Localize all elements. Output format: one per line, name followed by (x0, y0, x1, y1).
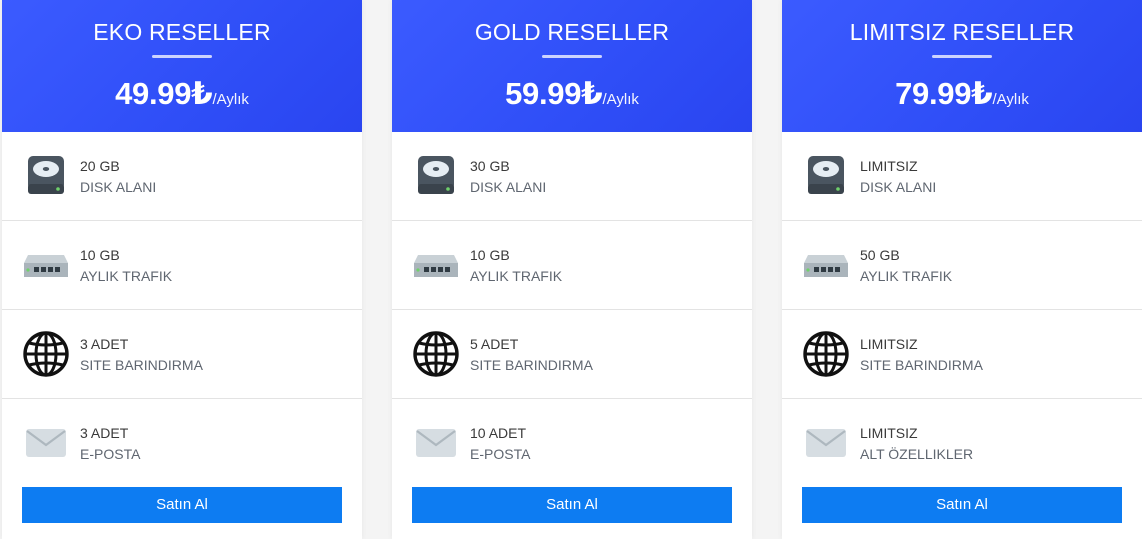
card-header: LIMITSIZ RESELLER 79.99₺/Aylık (782, 0, 1142, 132)
plan-price: 79.99₺ (895, 76, 993, 111)
feature-label: SITE BARINDIRMA (860, 357, 983, 373)
hard-drive-icon (28, 156, 64, 194)
buy-button[interactable]: Satın Al (802, 487, 1122, 523)
plan-title: EKO RESELLER (93, 19, 271, 45)
envelope-icon (806, 429, 846, 457)
feature-traffic: 50 GB AYLIK TRAFIK (782, 221, 1142, 310)
feature-label: AYLIK TRAFIK (80, 268, 173, 284)
buy-button[interactable]: Satın Al (412, 487, 732, 523)
hard-drive-icon (418, 156, 454, 194)
feature-traffic: 10 GB AYLIK TRAFIK (392, 221, 752, 310)
buy-button[interactable]: Satın Al (22, 487, 342, 523)
plan-price: 49.99₺ (115, 76, 213, 111)
pricing-page: EKO RESELLER 49.99₺/Aylık 20 GB DISK ALA… (0, 0, 1142, 539)
network-switch-icon (24, 255, 68, 277)
feature-label: E-POSTA (470, 446, 531, 462)
feature-value: 10 ADET (470, 425, 527, 441)
feature-sites: 3 ADET SITE BARINDIRMA (2, 310, 362, 399)
card-header: GOLD RESELLER 59.99₺/Aylık (392, 0, 752, 132)
feature-label: DISK ALANI (860, 179, 937, 195)
title-divider (152, 55, 212, 58)
feature-label: SITE BARINDIRMA (80, 357, 203, 373)
feature-label: E-POSTA (80, 446, 141, 462)
feature-value: 20 GB (80, 158, 120, 174)
title-divider (542, 55, 602, 58)
feature-label: SITE BARINDIRMA (470, 357, 593, 373)
price-period: /Aylık (602, 91, 639, 108)
feature-email: 10 ADET E-POSTA (392, 399, 752, 487)
feature-value: 30 GB (470, 158, 510, 174)
price-period: /Aylık (992, 91, 1029, 108)
feature-value: 3 ADET (80, 425, 129, 441)
feature-value: 10 GB (470, 247, 510, 263)
feature-disk: 20 GB DISK ALANI (2, 132, 362, 221)
feature-value: LIMITSIZ (860, 336, 918, 352)
envelope-icon (26, 429, 66, 457)
feature-email: 3 ADET E-POSTA (2, 399, 362, 487)
plan-title: GOLD RESELLER (474, 19, 670, 45)
feature-value: 10 GB (80, 247, 120, 263)
feature-value: 3 ADET (80, 336, 129, 352)
feature-sites: 5 ADET SITE BARINDIRMA (392, 310, 752, 399)
plan-price: 59.99₺ (505, 76, 603, 111)
pricing-card-eko: EKO RESELLER 49.99₺/Aylık 20 GB DISK ALA… (2, 0, 362, 539)
feature-disk: LIMITSIZ DISK ALANI (782, 132, 1142, 221)
hard-drive-icon (808, 156, 844, 194)
price-line: 49.99₺/Aylık (2, 77, 362, 117)
feature-value: 50 GB (860, 247, 900, 263)
network-switch-icon (804, 255, 848, 277)
feature-traffic: 10 GB AYLIK TRAFIK (2, 221, 362, 310)
price-period: /Aylık (212, 91, 249, 108)
feature-label: DISK ALANI (470, 179, 547, 195)
envelope-icon (416, 429, 456, 457)
globe-icon (803, 331, 849, 377)
price-line: 79.99₺/Aylık (782, 77, 1142, 117)
pricing-card-limitsiz: LIMITSIZ RESELLER 79.99₺/Aylık LIMITSIZ … (782, 0, 1142, 539)
price-line: 59.99₺/Aylık (392, 77, 752, 117)
card-header: EKO RESELLER 49.99₺/Aylık (2, 0, 362, 132)
plan-title: LIMITSIZ RESELLER (849, 19, 1075, 45)
feature-label: ALT ÖZELLIKLER (860, 446, 974, 462)
feature-value: 5 ADET (470, 336, 519, 352)
feature-value: LIMITSIZ (860, 425, 918, 441)
globe-icon (23, 331, 69, 377)
feature-email: LIMITSIZ ALT ÖZELLIKLER (782, 399, 1142, 487)
feature-disk: 30 GB DISK ALANI (392, 132, 752, 221)
globe-icon (413, 331, 459, 377)
network-switch-icon (414, 255, 458, 277)
feature-value: LIMITSIZ (860, 158, 918, 174)
pricing-card-gold: GOLD RESELLER 59.99₺/Aylık 30 GB DISK AL… (392, 0, 752, 539)
feature-label: DISK ALANI (80, 179, 157, 195)
feature-label: AYLIK TRAFIK (470, 268, 563, 284)
title-divider (932, 55, 992, 58)
feature-sites: LIMITSIZ SITE BARINDIRMA (782, 310, 1142, 399)
feature-label: AYLIK TRAFIK (860, 268, 953, 284)
